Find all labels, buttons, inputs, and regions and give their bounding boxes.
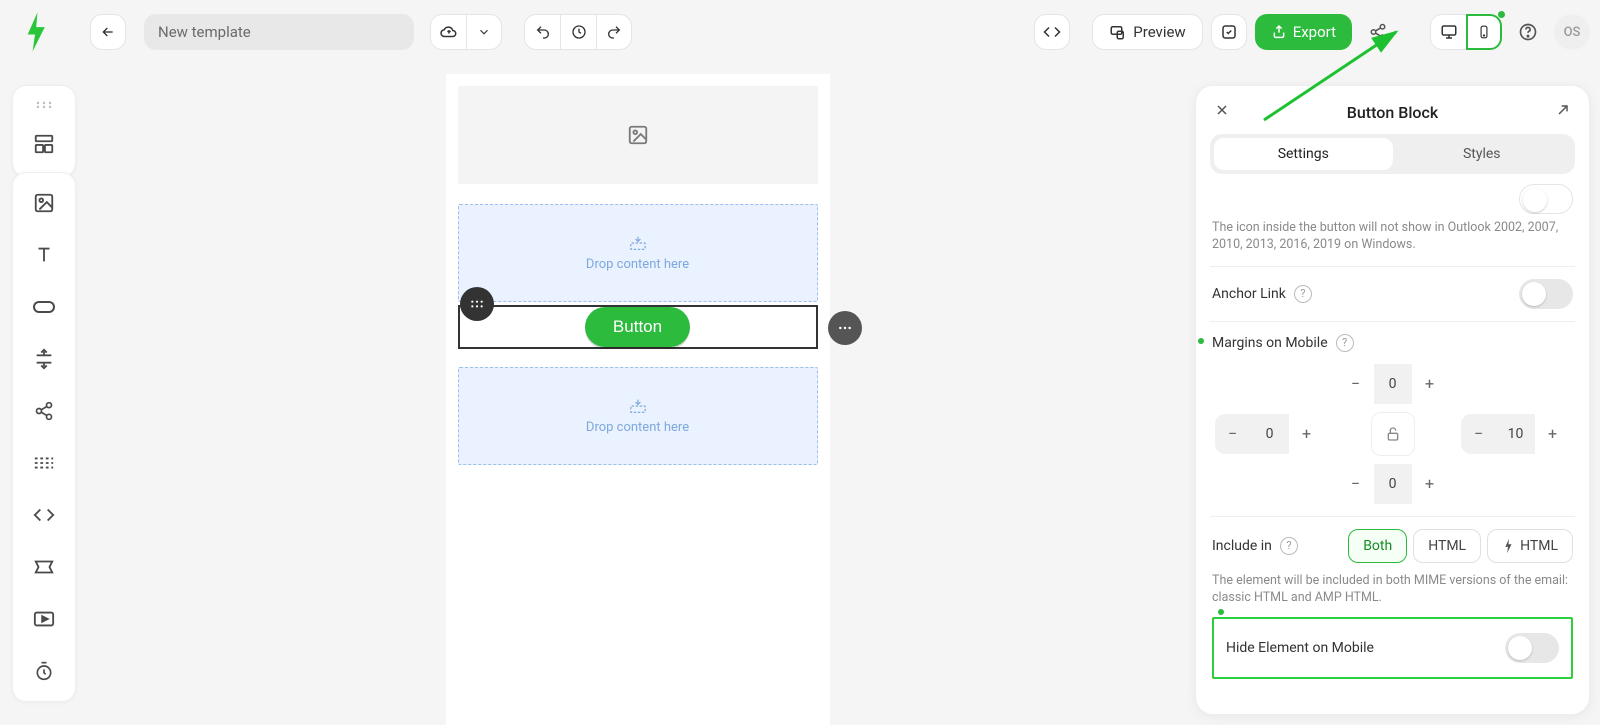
help-button[interactable] xyxy=(1510,14,1546,50)
icon-note: The icon inside the button will not show… xyxy=(1212,220,1573,254)
margin-right-value: 10 xyxy=(1497,426,1535,442)
dropzone-label: Drop content here xyxy=(586,420,689,435)
block-more-icon[interactable] xyxy=(828,311,862,345)
include-both-pill[interactable]: Both xyxy=(1348,529,1407,563)
properties-panel: Button Block Settings Styles The icon in… xyxy=(1195,85,1590,715)
margin-right-stepper[interactable]: − 10 + xyxy=(1461,414,1571,454)
cloud-dropdown-button[interactable] xyxy=(466,14,502,50)
timer-block-icon[interactable] xyxy=(22,649,66,693)
code-view-button[interactable] xyxy=(1034,14,1070,50)
dropzone-bottom[interactable]: Drop content here xyxy=(458,367,818,465)
layout-icon[interactable] xyxy=(22,122,66,166)
brand-logo xyxy=(20,10,50,54)
margin-bottom-value: 0 xyxy=(1374,476,1412,492)
minus-icon[interactable]: − xyxy=(1215,414,1251,454)
tab-styles[interactable]: Styles xyxy=(1393,138,1572,170)
drag-handle-icon[interactable] xyxy=(460,287,494,321)
desktop-view-button[interactable] xyxy=(1430,14,1466,50)
image-block-icon[interactable] xyxy=(22,181,66,225)
close-icon[interactable] xyxy=(1214,102,1230,122)
minus-icon[interactable]: − xyxy=(1461,414,1497,454)
mobile-view-button[interactable] xyxy=(1466,14,1502,50)
minus-icon[interactable]: − xyxy=(1338,364,1374,404)
social-block-icon[interactable] xyxy=(22,389,66,433)
margin-left-stepper[interactable]: − 0 + xyxy=(1215,414,1325,454)
tab-settings[interactable]: Settings xyxy=(1214,138,1393,170)
video-block-icon[interactable] xyxy=(22,597,66,641)
canvas-button[interactable]: Button xyxy=(585,307,690,347)
margin-top-stepper[interactable]: − 0 + xyxy=(1338,364,1448,404)
margin-bottom-stepper[interactable]: − 0 + xyxy=(1338,464,1448,504)
preview-button[interactable]: Preview xyxy=(1092,14,1202,50)
include-html-pill[interactable]: HTML xyxy=(1413,529,1481,563)
export-label: Export xyxy=(1293,23,1336,41)
plus-icon[interactable]: + xyxy=(1412,364,1448,404)
checklist-button[interactable] xyxy=(1211,14,1247,50)
back-button[interactable] xyxy=(90,14,126,50)
help-icon[interactable]: ? xyxy=(1280,537,1298,555)
go-to-parent-icon[interactable] xyxy=(1555,102,1571,122)
html-block-icon[interactable] xyxy=(22,493,66,537)
email-canvas[interactable]: Drop content here Button Drop content he… xyxy=(446,74,830,725)
hide-on-mobile-label: Hide Element on Mobile xyxy=(1226,640,1374,656)
selected-button-block[interactable]: Button xyxy=(458,305,818,349)
export-button[interactable]: Export xyxy=(1255,14,1352,50)
anchor-link-toggle[interactable] xyxy=(1519,279,1573,309)
preview-label: Preview xyxy=(1133,23,1185,41)
structures-rail-card[interactable] xyxy=(12,85,76,177)
help-icon[interactable]: ? xyxy=(1294,285,1312,303)
icon-toggle[interactable] xyxy=(1519,184,1573,214)
spacer-block-icon[interactable] xyxy=(22,337,66,381)
include-note: The element will be included in both MIM… xyxy=(1212,573,1573,607)
hide-on-mobile-toggle[interactable] xyxy=(1505,633,1559,663)
dropzone-label: Drop content here xyxy=(586,257,689,272)
button-block-icon[interactable] xyxy=(22,285,66,329)
menu-block-icon[interactable] xyxy=(22,441,66,485)
minus-icon[interactable]: − xyxy=(1338,464,1374,504)
redo-button[interactable] xyxy=(596,14,632,50)
undo-button[interactable] xyxy=(524,14,560,50)
banner-block-icon[interactable] xyxy=(22,545,66,589)
margin-left-value: 0 xyxy=(1251,426,1289,442)
plus-icon[interactable]: + xyxy=(1289,414,1325,454)
include-amp-pill[interactable]: HTML xyxy=(1487,529,1573,563)
dropzone-top[interactable]: Drop content here xyxy=(458,204,818,302)
panel-title: Button Block xyxy=(1347,103,1438,122)
plus-icon[interactable]: + xyxy=(1535,414,1571,454)
lock-margins-icon[interactable] xyxy=(1371,412,1415,456)
cloud-sync-button[interactable] xyxy=(430,14,466,50)
margin-top-value: 0 xyxy=(1374,376,1412,392)
user-avatar[interactable]: OS xyxy=(1554,14,1590,50)
plus-icon[interactable]: + xyxy=(1412,464,1448,504)
margins-mobile-label: Margins on Mobile? xyxy=(1212,334,1354,352)
anchor-link-label: Anchor Link? xyxy=(1212,285,1312,303)
template-name-input[interactable]: New template xyxy=(144,14,414,50)
image-placeholder[interactable] xyxy=(458,86,818,184)
history-button[interactable] xyxy=(560,14,596,50)
amp-html-label: HTML xyxy=(1520,538,1558,554)
include-in-label: Include in? xyxy=(1212,537,1298,555)
grip-icon xyxy=(22,96,66,114)
help-icon[interactable]: ? xyxy=(1336,334,1354,352)
text-block-icon[interactable] xyxy=(22,233,66,277)
share-button[interactable] xyxy=(1360,14,1396,50)
